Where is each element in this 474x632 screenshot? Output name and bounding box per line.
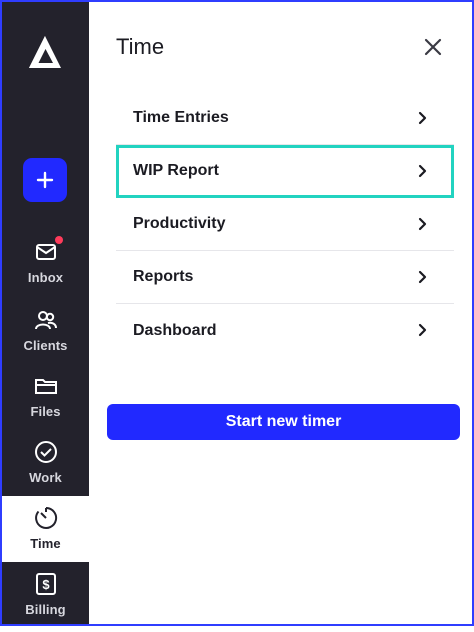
sidebar-item-label: Billing [25, 602, 66, 617]
menu-item-label: Time Entries [133, 109, 229, 126]
timer-icon [34, 506, 58, 530]
menu-item-reports[interactable]: Reports [116, 251, 454, 304]
menu-item-label: Productivity [133, 215, 226, 232]
menu-item-wip-report[interactable]: WIP Report [116, 145, 454, 198]
sidebar: Inbox Clients Files Work Time $ Billing [2, 2, 89, 624]
menu-item-time-entries[interactable]: Time Entries [116, 92, 454, 145]
sidebar-item-label: Time [30, 536, 61, 551]
check-circle-icon [34, 440, 58, 464]
sidebar-item-label: Clients [23, 338, 68, 353]
chevron-right-icon [418, 270, 427, 284]
plus-icon [36, 171, 54, 189]
menu-item-label: Reports [133, 268, 194, 285]
sidebar-item-label: Inbox [27, 270, 64, 285]
dollar-icon: $ [34, 572, 58, 596]
sidebar-item-work[interactable]: Work [2, 434, 89, 500]
app-logo-icon[interactable] [26, 34, 64, 72]
start-new-timer-button[interactable]: Start new timer [107, 404, 460, 440]
app-frame: Inbox Clients Files Work Time $ Billing … [0, 0, 474, 626]
panel-title: Time [116, 34, 165, 59]
close-icon[interactable] [421, 35, 445, 59]
chevron-right-icon [418, 111, 427, 125]
sidebar-item-files[interactable]: Files [2, 368, 89, 434]
menu-item-productivity[interactable]: Productivity [116, 198, 454, 251]
chevron-right-icon [418, 323, 427, 337]
users-icon [34, 308, 58, 332]
menu-item-label: Dashboard [133, 321, 217, 339]
notification-badge [54, 236, 63, 244]
sidebar-item-clients[interactable]: Clients [2, 302, 89, 368]
svg-text:$: $ [42, 577, 50, 592]
sidebar-item-billing[interactable]: $ Billing [2, 566, 89, 632]
menu-item-dashboard[interactable]: Dashboard [116, 304, 454, 357]
chevron-right-icon [418, 217, 427, 231]
sidebar-item-label: Files [30, 404, 61, 419]
sidebar-item-label: Work [29, 470, 62, 485]
menu-item-label: WIP Report [133, 162, 219, 179]
sidebar-item-time[interactable]: Time [2, 496, 89, 562]
time-menu: Time Entries WIP Report Productivity Rep… [116, 92, 454, 357]
add-button[interactable] [23, 158, 67, 202]
sidebar-item-inbox[interactable]: Inbox [2, 234, 89, 300]
folder-icon [34, 374, 58, 398]
mail-icon [34, 236, 63, 264]
chevron-right-icon [418, 164, 427, 178]
